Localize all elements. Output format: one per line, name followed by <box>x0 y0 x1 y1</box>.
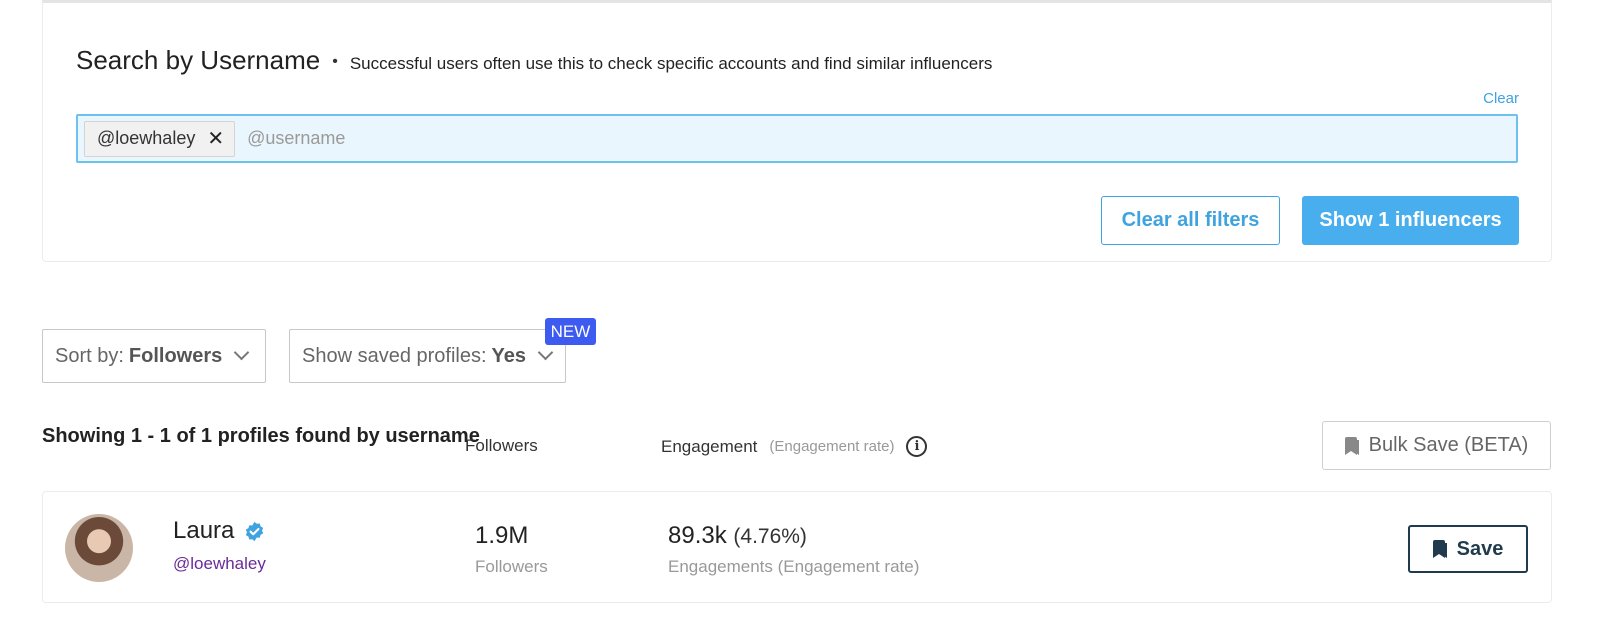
clear-link[interactable]: Clear <box>1483 90 1519 107</box>
bookmark-icon <box>1432 540 1447 558</box>
bulk-save-button[interactable]: Bulk Save (BETA) <box>1322 421 1551 470</box>
engagement-label: Engagements (Engagement rate) <box>668 557 920 576</box>
verified-icon <box>246 521 264 541</box>
show-influencers-button[interactable]: Show 1 influencers <box>1302 196 1519 245</box>
username-chip: @loewhaley ✕ <box>84 120 236 157</box>
sort-prefix: Sort by: <box>55 344 124 367</box>
bookmark-icon <box>1344 436 1359 455</box>
column-header-engagement[interactable]: Engagement (Engagement rate) i <box>661 436 928 457</box>
followers-value: 1.9M <box>475 522 529 549</box>
search-title: Search by Username <box>76 45 321 75</box>
followers-label: Followers <box>475 557 548 576</box>
chevron-down-icon <box>537 344 554 360</box>
engagement-value-row: 89.3k (4.76%) <box>668 522 807 550</box>
column-header-followers[interactable]: Followers <box>465 436 538 456</box>
search-panel: Search by Username • Successful users of… <box>42 0 1552 262</box>
saved-value: Yes <box>491 344 527 367</box>
save-label: Save <box>1456 537 1504 560</box>
engagement-value: 89.3k <box>668 522 727 549</box>
save-button[interactable]: Save <box>1408 525 1528 573</box>
results-summary: Showing 1 - 1 of 1 profiles found by use… <box>42 425 480 447</box>
avatar[interactable] <box>65 514 133 582</box>
search-title-row: Search by Username • Successful users of… <box>76 45 992 76</box>
bulk-save-label: Bulk Save (BETA) <box>1368 434 1529 456</box>
username-input[interactable] <box>247 128 648 149</box>
engagement-header-label: Engagement <box>661 436 758 456</box>
new-badge: NEW <box>545 318 596 345</box>
close-icon[interactable]: ✕ <box>207 129 224 149</box>
info-icon[interactable]: i <box>906 436 928 457</box>
profile-card[interactable]: Laura @loewhaley 1.9M Followers 89.3k (4… <box>42 491 1552 603</box>
sort-value: Followers <box>128 344 223 367</box>
username-tag-input[interactable]: @loewhaley ✕ <box>76 114 1518 163</box>
engagement-header-sub: (Engagement rate) <box>769 438 895 455</box>
profile-handle[interactable]: @loewhaley <box>173 554 266 574</box>
profile-name[interactable]: Laura <box>173 517 234 545</box>
separator-dot: • <box>332 53 338 70</box>
clear-all-filters-button[interactable]: Clear all filters <box>1101 196 1280 245</box>
profile-name-row: Laura <box>173 517 265 545</box>
search-hint: Successful users often use this to check… <box>349 54 993 73</box>
chevron-down-icon <box>234 344 250 360</box>
saved-prefix: Show saved profiles: <box>302 344 487 367</box>
saved-profiles-dropdown[interactable]: Show saved profiles: Yes <box>289 329 566 383</box>
chip-label: @loewhaley <box>97 128 196 148</box>
engagement-rate: (4.76%) <box>733 525 807 548</box>
sort-dropdown[interactable]: Sort by: Followers <box>42 329 266 383</box>
